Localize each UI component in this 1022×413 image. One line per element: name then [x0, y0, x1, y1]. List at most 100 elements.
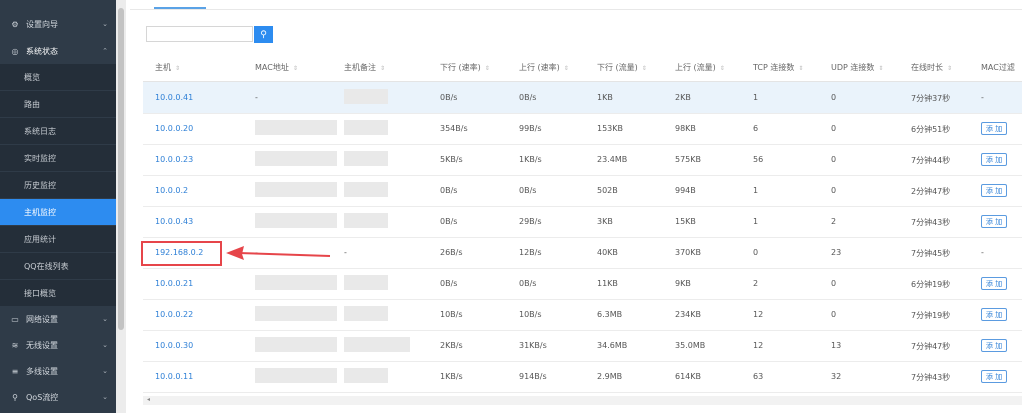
cell-tcp: 0 — [753, 248, 759, 257]
cell-tcp: 12 — [753, 310, 764, 319]
sidebar-item-label: 设置向导 — [26, 19, 58, 29]
multiline-icon: ≡ — [11, 366, 19, 376]
wifi-icon: ≋ — [11, 340, 19, 350]
host-ip-link[interactable]: 10.0.0.41 — [155, 93, 193, 102]
sidebar-item-wireless[interactable]: ≋ 无线设置 ⌄ — [0, 332, 116, 358]
host-note-redacted — [344, 89, 388, 104]
host-ip-link[interactable]: 10.0.0.21 — [155, 279, 193, 288]
host-ip-link[interactable]: 10.0.0.11 — [155, 372, 193, 381]
cell-down-rate: 26B/s — [440, 248, 463, 257]
sidebar-subitem-realtime-monitor[interactable]: 实时监控 — [0, 145, 116, 171]
sidebar-subitem-app-stats[interactable]: 应用统计 — [0, 226, 116, 252]
cell-online: 7分钟45秒 — [911, 249, 951, 258]
cell-down-flow: 502B — [597, 186, 618, 195]
annotation-highlight-box — [141, 241, 222, 266]
cell-down-flow: 6.3MB — [597, 310, 623, 319]
sidebar-item-qos[interactable]: ⚲ QoS流控 ⌄ — [0, 384, 116, 410]
cell-up-rate: 0B/s — [519, 279, 537, 288]
scroll-left-icon[interactable]: ◂ — [147, 396, 150, 403]
add-mac-filter-button[interactable]: 添 加 — [981, 215, 1007, 228]
cell-up-flow: 234KB — [675, 310, 702, 319]
cell-online: 7分钟44秒 — [911, 156, 951, 165]
host-note-redacted — [344, 275, 388, 290]
dashboard-icon: ◎ — [11, 46, 19, 56]
sidebar: ⚙ 设置向导 ⌄ ◎ 系统状态 ⌃ 概览 路由 系统日志 实时监控 历史监控 主… — [0, 0, 116, 413]
cell-note: - — [344, 248, 347, 257]
cell-down-flow: 3KB — [597, 217, 613, 226]
host-ip-link[interactable]: 10.0.0.2 — [155, 186, 188, 195]
chevron-down-icon: ⌄ — [102, 341, 108, 349]
add-mac-filter-button[interactable]: 添 加 — [981, 184, 1007, 197]
table-header: 主机 ⇕ MAC地址 ⇕ 主机备注 ⇕ 下行 (速率) ⇕ 上行 (速率) ⇕ 下行 (流… — [143, 52, 1022, 82]
mac-address-redacted — [255, 368, 337, 383]
cell-down-rate: 0B/s — [440, 186, 458, 195]
add-mac-filter-button[interactable]: 添 加 — [981, 277, 1007, 290]
column-header-udp[interactable]: UDP 连接数 ⇕ — [831, 62, 883, 73]
sidebar-subitem-system-log[interactable]: 系统日志 — [0, 118, 116, 144]
column-header-up-flow[interactable]: 上行 (流量) ⇕ — [675, 62, 725, 73]
host-ip-link[interactable]: 10.0.0.20 — [155, 124, 193, 133]
cell-udp: 13 — [831, 341, 842, 350]
cell-down-flow: 153KB — [597, 124, 624, 133]
cell-udp: 32 — [831, 372, 842, 381]
host-ip-link[interactable]: 10.0.0.30 — [155, 341, 193, 350]
column-header-up-rate[interactable]: 上行 (速率) ⇕ — [519, 62, 569, 73]
add-mac-filter-button[interactable]: 添 加 — [981, 308, 1007, 321]
column-header-down-flow[interactable]: 下行 (流量) ⇕ — [597, 62, 647, 73]
cell-online: 2分钟47秒 — [911, 187, 951, 196]
cell-down-rate: 354B/s — [440, 124, 468, 133]
search-button[interactable]: ⚲ — [254, 26, 273, 43]
host-ip-link[interactable]: 10.0.0.43 — [155, 217, 193, 226]
host-ip-link[interactable]: 10.0.0.22 — [155, 310, 193, 319]
table-row: 10.0.0.23 5KB/s 1KB/s 23.4MB 575KB 56 0 7分钟44秒 添… — [143, 144, 1022, 176]
column-header-mac[interactable]: MAC地址 ⇕ — [255, 62, 298, 73]
sort-icon: ⇕ — [292, 65, 298, 72]
host-ip-link[interactable]: 10.0.0.23 — [155, 155, 193, 164]
cell-udp: 0 — [831, 310, 837, 319]
sidebar-item-network[interactable]: ▭ 网络设置 ⌄ — [0, 306, 116, 332]
column-header-down-rate[interactable]: 下行 (速率) ⇕ — [440, 62, 490, 73]
table-row: 10.0.0.21 0B/s 0B/s 11KB 9KB 2 0 6分钟19秒 添 加 — [143, 268, 1022, 300]
sort-icon: ⇕ — [380, 65, 386, 72]
add-mac-filter-button[interactable]: 添 加 — [981, 370, 1007, 383]
column-header-host[interactable]: 主机 ⇕ — [155, 62, 180, 73]
cell-tcp: 1 — [753, 186, 759, 195]
chevron-down-icon: ⌄ — [102, 393, 108, 401]
cell-down-rate: 5KB/s — [440, 155, 463, 164]
cell-online: 7分钟47秒 — [911, 342, 951, 351]
column-header-online[interactable]: 在线时长 ⇕ — [911, 62, 952, 73]
sidebar-subitem-qq-online[interactable]: QQ在线列表 — [0, 253, 116, 279]
column-header-note[interactable]: 主机备注 ⇕ — [344, 62, 385, 73]
horizontal-scrollbar[interactable]: ◂ — [143, 396, 1022, 405]
add-mac-filter-button[interactable]: 添 加 — [981, 122, 1007, 135]
host-note-redacted — [344, 151, 388, 166]
sidebar-subitem-host-monitor[interactable]: 主机监控 — [0, 199, 116, 225]
add-mac-filter-button[interactable]: 添 加 — [981, 153, 1007, 166]
cell-up-rate: 29B/s — [519, 217, 542, 226]
table-row: 10.0.0.43 0B/s 29B/s 3KB 15KB 1 2 7分钟43秒 添 加 — [143, 206, 1022, 238]
cell-filter: - — [981, 248, 984, 257]
sidebar-subitem-routing[interactable]: 路由 — [0, 91, 116, 117]
host-note-redacted — [344, 182, 388, 197]
cell-down-rate: 0B/s — [440, 279, 458, 288]
sidebar-item-multiline[interactable]: ≡ 多线设置 ⌄ — [0, 358, 116, 384]
sidebar-subitem-history-monitor[interactable]: 历史监控 — [0, 172, 116, 198]
mac-address-redacted — [255, 182, 337, 197]
sidebar-subitem-interface-overview[interactable]: 接口概览 — [0, 280, 116, 306]
sidebar-item-system-status[interactable]: ◎ 系统状态 ⌃ — [0, 38, 116, 64]
cell-tcp: 6 — [753, 124, 759, 133]
search-input[interactable] — [146, 26, 253, 42]
sidebar-scrollbar-thumb[interactable] — [118, 8, 124, 330]
sidebar-item-label: 网络设置 — [26, 314, 58, 324]
sidebar-subitem-overview[interactable]: 概览 — [0, 64, 116, 90]
annotation-arrow — [226, 246, 331, 260]
cell-up-rate: 0B/s — [519, 186, 537, 195]
sidebar-subitem-label: 路由 — [24, 99, 40, 109]
column-header-tcp[interactable]: TCP 连接数 ⇕ — [753, 62, 803, 73]
cell-down-flow: 40KB — [597, 248, 618, 257]
mac-address-redacted — [255, 275, 337, 290]
sidebar-item-setup-wizard[interactable]: ⚙ 设置向导 ⌄ — [0, 11, 116, 37]
mac-address-redacted — [255, 120, 337, 135]
add-mac-filter-button[interactable]: 添 加 — [981, 339, 1007, 352]
mac-address-redacted — [255, 337, 337, 352]
